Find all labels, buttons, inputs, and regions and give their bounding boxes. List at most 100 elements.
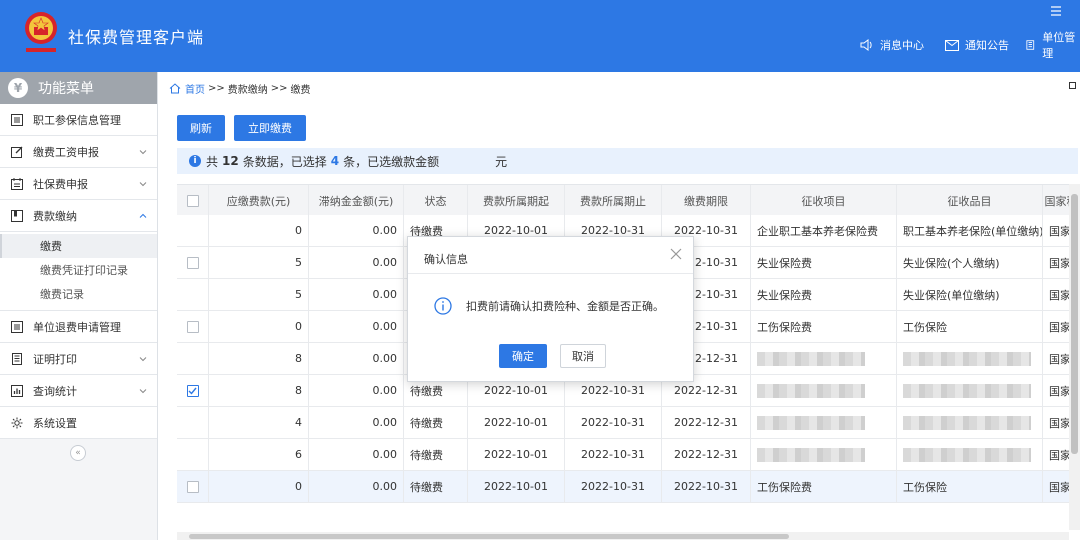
cell-xm <box>751 407 897 438</box>
sidebar-item-system-settings[interactable]: 系统设置 <box>0 407 157 439</box>
cell-pm: 失业保险(个人缴纳) <box>897 247 1043 278</box>
maximize-icon[interactable] <box>1069 82 1076 89</box>
row-checkbox[interactable] <box>186 320 199 333</box>
sidebar-item-certificate-print[interactable]: 证明打印 <box>0 343 157 375</box>
unit-management-link[interactable]: 单位管理 <box>1026 31 1080 60</box>
cell-text: 0.00 <box>372 320 398 333</box>
header-payable: 应缴费款(元) <box>209 185 309 216</box>
cell-text: 失业保险费 <box>757 288 812 302</box>
header-period-start: 费款所属期起 <box>468 185 565 216</box>
cell-text: 企业职工基本养老保险费 <box>757 224 878 238</box>
sidebar-item-query-statistics[interactable]: 查询统计 <box>0 375 157 407</box>
row-select-cell <box>177 375 209 406</box>
cell-text: 0.00 <box>372 384 398 397</box>
table-row[interactable]: 4 0.00 待缴费 2022-10-01 2022-10-31 2022-12-31 国家… <box>177 407 1080 439</box>
cell-xm: 工伤保险费 <box>751 471 897 502</box>
dialog-title: 确认信息 <box>424 253 468 266</box>
cell-yj: 6 <box>209 439 309 470</box>
header-levy-subitem: 征收品目 <box>897 185 1043 216</box>
cell-text: 工伤保险 <box>903 320 947 334</box>
scrollbar-thumb[interactable] <box>189 534 789 539</box>
summary-mid2: 条，已选缴款金额 <box>343 154 440 169</box>
sidebar-item-social-fee-declaration[interactable]: 社保费申报 <box>0 168 157 200</box>
cell-zn: 0.00 <box>309 247 404 278</box>
cell-text: 待缴费 <box>410 384 443 398</box>
speaker-icon <box>860 39 872 51</box>
cell-yj: 8 <box>209 375 309 406</box>
cell-text: 2022-12-31 <box>674 448 738 461</box>
sidebar-item-wage-declaration[interactable]: 缴费工资申报 <box>0 136 157 168</box>
summary-prefix: 共 <box>206 154 219 169</box>
row-select-cell <box>177 311 209 342</box>
table-row[interactable]: 0 0.00 待缴费 2022-10-01 2022-10-31 2022-10-31 工伤… <box>177 471 1080 503</box>
info-circle-icon <box>434 297 452 315</box>
cell-pm: 职工基本养老保险(单位缴纳) <box>897 215 1043 246</box>
chevron-down-icon <box>139 182 147 187</box>
sidebar-item-label: 缴费工资申报 <box>33 145 99 159</box>
summary-suffix: 元 <box>495 154 508 169</box>
sidebar-item-refund-management[interactable]: 单位退费申请管理 <box>0 311 157 343</box>
cell-text: 失业保险(单位缴纳) <box>903 288 1000 302</box>
row-checkbox[interactable] <box>186 480 199 493</box>
cell-text: 0.00 <box>372 224 398 237</box>
refresh-button[interactable]: 刷新 <box>177 115 225 141</box>
pay-now-button[interactable]: 立即缴费 <box>234 115 306 141</box>
cell-zn: 0.00 <box>309 215 404 246</box>
cell-text: 失业保险费 <box>757 256 812 270</box>
cell-text: 2022-10-01 <box>484 480 548 493</box>
breadcrumb-fee-payment[interactable]: 费款缴纳 <box>228 81 268 96</box>
cell-pm <box>897 343 1043 374</box>
table-header-row: 应缴费款(元) 滞纳金金额(元) 状态 费款所属期起 费款所属期止 缴费期限 征… <box>177 185 1080 217</box>
edit-icon <box>11 146 23 158</box>
menu-icon[interactable] <box>1050 6 1062 16</box>
cell-text: 2022-12-31 <box>674 384 738 397</box>
select-all-checkbox[interactable] <box>186 194 199 207</box>
submenu-item-voucher-print-records[interactable]: 缴费凭证打印记录 <box>0 258 157 282</box>
vertical-scrollbar[interactable] <box>1069 184 1080 530</box>
breadcrumb-home[interactable]: 首页 <box>185 81 205 96</box>
list-icon <box>11 113 23 126</box>
sidebar-item-fee-payment[interactable]: 费款缴纳 <box>0 200 157 232</box>
cell-jx: 2022-10-31 <box>662 471 751 502</box>
confirm-cancel-button[interactable]: 取消 <box>560 344 606 368</box>
cell-xm: 失业保险费 <box>751 247 897 278</box>
app-header: 社保费管理客户端 消息中心 通知公告 单位管理 <box>0 0 1080 72</box>
cell-text: 待缴费 <box>410 480 443 494</box>
scrollbar-thumb[interactable] <box>1071 194 1078 454</box>
cell-text: 2022-10-01 <box>484 448 548 461</box>
cell-yj: 4 <box>209 407 309 438</box>
header-status: 状态 <box>404 185 468 216</box>
message-center-link[interactable]: 消息中心 <box>860 36 924 54</box>
home-icon[interactable] <box>169 82 181 94</box>
checkmark-icon <box>188 387 197 395</box>
cell-text: 0 <box>295 320 302 333</box>
cell-qz: 2022-10-31 <box>565 439 662 470</box>
confirm-ok-button[interactable]: 确定 <box>499 344 547 368</box>
summary-selected: 4 <box>330 154 340 168</box>
breadcrumb-separator: >> <box>208 82 225 94</box>
row-checkbox[interactable] <box>186 256 199 269</box>
summary-mid1: 条数据，已选择 <box>242 154 327 169</box>
sidebar-item-label: 单位退费申请管理 <box>33 320 121 334</box>
list-icon <box>11 320 23 333</box>
cell-text: 4 <box>295 416 302 429</box>
sidebar-item-employee-insurance[interactable]: 职工参保信息管理 <box>0 104 157 136</box>
cell-qq: 2022-10-01 <box>468 471 565 502</box>
sidebar-item-label: 证明打印 <box>33 352 77 366</box>
sidebar-collapse-button[interactable]: « <box>70 445 86 461</box>
submenu-item-payment-records[interactable]: 缴费记录 <box>0 282 157 306</box>
redacted-text <box>757 351 865 366</box>
header-deadline: 缴费期限 <box>662 185 751 216</box>
book-icon <box>11 209 23 222</box>
cell-qq: 2022-10-01 <box>468 439 565 470</box>
row-checkbox[interactable] <box>186 384 199 397</box>
table-row[interactable]: 6 0.00 待缴费 2022-10-01 2022-10-31 2022-12-31 国家… <box>177 439 1080 471</box>
submenu-item-pay[interactable]: 缴费 <box>0 234 157 258</box>
sidebar-item-label: 系统设置 <box>33 416 77 430</box>
notice-link[interactable]: 通知公告 <box>945 36 1009 54</box>
close-icon[interactable] <box>669 247 683 261</box>
dialog-message: 扣费前请确认扣费险种、金额是否正确。 <box>466 300 664 313</box>
horizontal-scrollbar[interactable] <box>177 532 1069 540</box>
cell-text: 0.00 <box>372 352 398 365</box>
cell-xm <box>751 439 897 470</box>
